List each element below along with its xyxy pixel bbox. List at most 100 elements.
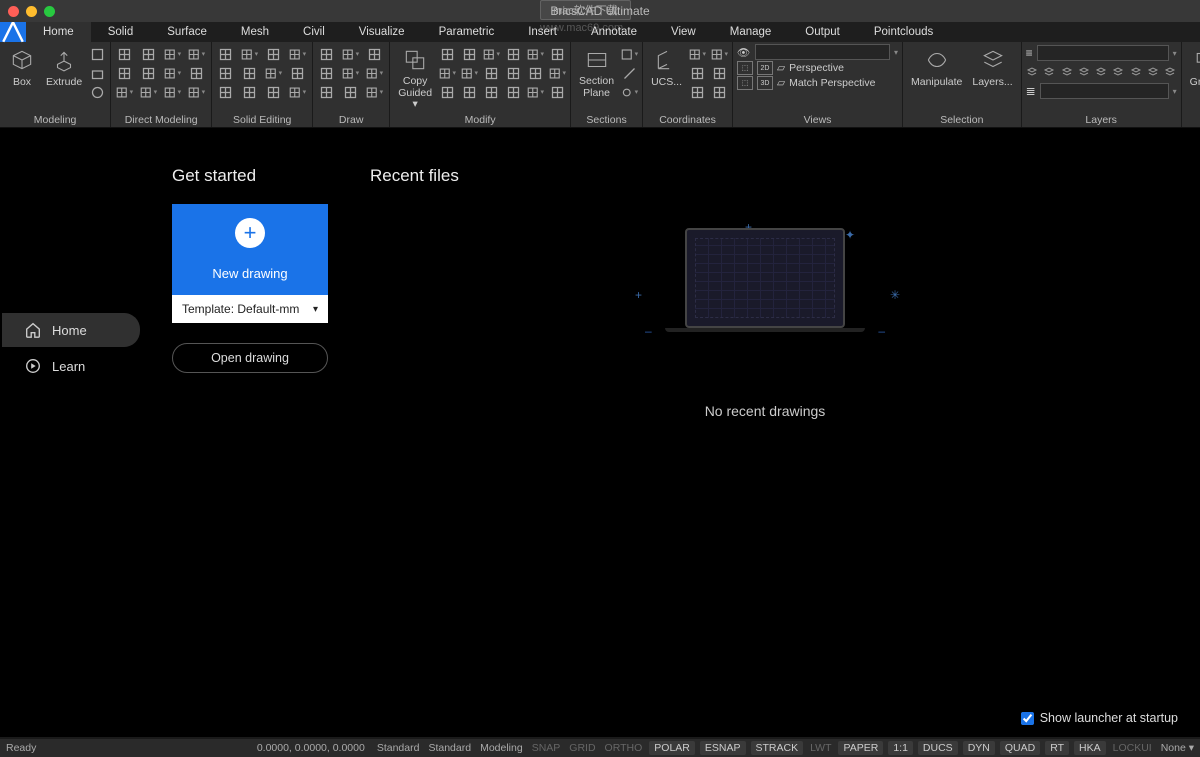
dm-grid-icon-6[interactable] <box>163 65 181 81</box>
copy-guided-button[interactable]: Copy Guided ▾ <box>394 44 436 113</box>
se-grid-icon-11[interactable] <box>288 84 306 100</box>
match-perspective-label[interactable]: Match Perspective <box>789 77 875 89</box>
sidebar-item-home[interactable]: Home <box>2 313 140 347</box>
sidebar-item-learn[interactable]: Learn <box>2 349 140 383</box>
mod-grid-icon-12[interactable] <box>438 84 456 100</box>
mod-grid-icon-7[interactable] <box>460 65 478 81</box>
view-2d-1[interactable]: ⬚ <box>737 61 753 75</box>
se-grid-icon-1[interactable] <box>240 46 258 62</box>
dm-grid-icon-1[interactable] <box>139 46 157 62</box>
status-workspace[interactable]: Modeling <box>478 742 525 754</box>
coord-grid-icon-1[interactable] <box>710 46 728 62</box>
view-2d-badge[interactable]: 2D <box>757 61 773 75</box>
persp-icon[interactable]: ▱ <box>777 62 785 74</box>
layer-tool-6[interactable] <box>1129 65 1142 79</box>
mod-grid-icon-5[interactable] <box>548 46 566 62</box>
box-button[interactable]: Box <box>4 44 40 90</box>
se-grid-icon-0[interactable] <box>216 46 234 62</box>
se-grid-icon-9[interactable] <box>240 84 258 100</box>
mod-grid-icon-16[interactable] <box>526 84 544 100</box>
coord-grid-icon-0[interactable] <box>688 46 706 62</box>
draw-grid-icon-8[interactable] <box>365 84 383 100</box>
se-grid-icon-7[interactable] <box>288 65 306 81</box>
draw-grid-icon-6[interactable] <box>317 84 335 100</box>
layer-tool-4[interactable] <box>1095 65 1108 79</box>
status-toggle-1:1[interactable]: 1:1 <box>888 741 913 755</box>
tab-visualize[interactable]: Visualize <box>342 22 422 42</box>
layer-match-icon[interactable]: ≣ <box>1026 84 1036 98</box>
mod-grid-icon-1[interactable] <box>460 46 478 62</box>
status-toggle-quad[interactable]: QUAD <box>1000 741 1040 755</box>
view-3d-badge[interactable]: 3D <box>757 76 773 90</box>
show-launcher-checkbox[interactable]: Show launcher at startup <box>1021 711 1178 725</box>
ucs-button[interactable]: UCS... <box>647 44 686 90</box>
view-combo-top[interactable] <box>755 44 890 60</box>
dm-grid-icon-5[interactable] <box>139 65 157 81</box>
modeling-smallicon-1[interactable] <box>88 46 106 62</box>
section-plane-button[interactable]: Section Plane <box>575 44 618 101</box>
mod-grid-icon-3[interactable] <box>504 46 522 62</box>
layer-combo-top[interactable] <box>1037 45 1169 61</box>
mod-grid-icon-0[interactable] <box>438 46 456 62</box>
dm-grid-icon-4[interactable] <box>115 65 133 81</box>
status-toggle-snap[interactable]: SNAP <box>530 742 563 754</box>
draw-grid-icon-4[interactable] <box>341 65 359 81</box>
se-grid-icon-4[interactable] <box>216 65 234 81</box>
app-icon[interactable] <box>0 22 26 42</box>
status-units[interactable]: None ▾ <box>1159 742 1196 754</box>
tab-pointclouds[interactable]: Pointclouds <box>857 22 950 42</box>
groups-button[interactable]: Groups <box>1186 44 1200 90</box>
layer-tool-0[interactable] <box>1026 65 1039 79</box>
status-toggle-paper[interactable]: PAPER <box>838 741 883 755</box>
status-toggle-ducs[interactable]: DUCS <box>918 741 958 755</box>
draw-grid-icon-7[interactable] <box>341 84 359 100</box>
tab-view[interactable]: View <box>654 22 713 42</box>
dm-grid-icon-2[interactable] <box>163 46 181 62</box>
open-drawing-button[interactable]: Open drawing <box>172 343 328 373</box>
mod-grid-icon-9[interactable] <box>504 65 522 81</box>
draw-grid-icon-5[interactable] <box>365 65 383 81</box>
mod-grid-icon-8[interactable] <box>482 65 500 81</box>
view-eye-icon[interactable]: 👁 <box>737 46 751 59</box>
layer-tool-7[interactable] <box>1146 65 1159 79</box>
maximize-button[interactable] <box>44 6 55 17</box>
layer-tool-1[interactable] <box>1043 65 1056 79</box>
perspective-label[interactable]: Perspective <box>789 62 844 74</box>
tab-parametric[interactable]: Parametric <box>422 22 512 42</box>
template-dropdown[interactable]: Template: Default-mm <box>172 295 328 323</box>
dm-grid-icon-8[interactable] <box>115 84 133 100</box>
dm-grid-icon-3[interactable] <box>187 46 205 62</box>
se-grid-icon-6[interactable] <box>264 65 282 81</box>
se-grid-icon-3[interactable] <box>288 46 306 62</box>
status-toggle-esnap[interactable]: ESNAP <box>700 741 746 755</box>
status-toggle-grid[interactable]: GRID <box>567 742 597 754</box>
dm-grid-icon-0[interactable] <box>115 46 133 62</box>
status-toggle-dyn[interactable]: DYN <box>963 741 995 755</box>
se-grid-icon-10[interactable] <box>264 84 282 100</box>
layer-tool-3[interactable] <box>1077 65 1090 79</box>
se-grid-icon-2[interactable] <box>264 46 282 62</box>
layers-button[interactable]: Layers... <box>968 44 1016 90</box>
mod-grid-icon-11[interactable] <box>548 65 566 81</box>
extrude-button[interactable]: Extrude <box>42 44 86 90</box>
new-drawing-card[interactable]: + New drawing <box>172 204 328 295</box>
coord-grid-icon-3[interactable] <box>710 65 728 81</box>
coord-grid-icon-2[interactable] <box>688 65 706 81</box>
mod-grid-icon-15[interactable] <box>504 84 522 100</box>
status-toggle-strack[interactable]: STRACK <box>751 741 804 755</box>
mod-grid-icon-17[interactable] <box>548 84 566 100</box>
status-toggle-hka[interactable]: HKA <box>1074 741 1106 755</box>
status-toggle-lockui[interactable]: LOCKUI <box>1111 742 1154 754</box>
layer-tool-2[interactable] <box>1060 65 1073 79</box>
tab-mesh[interactable]: Mesh <box>224 22 286 42</box>
modeling-smallicon-3[interactable] <box>88 84 106 100</box>
tab-output[interactable]: Output <box>788 22 857 42</box>
show-launcher-input[interactable] <box>1021 712 1034 725</box>
view-3d-1[interactable]: ⬚ <box>737 76 753 90</box>
sections-small-2[interactable] <box>620 65 638 81</box>
modeling-smallicon-2[interactable] <box>88 65 106 81</box>
manipulate-button[interactable]: Manipulate <box>907 44 966 90</box>
sections-small-1[interactable] <box>620 46 638 62</box>
tab-civil[interactable]: Civil <box>286 22 342 42</box>
tab-home[interactable]: Home <box>26 22 91 42</box>
